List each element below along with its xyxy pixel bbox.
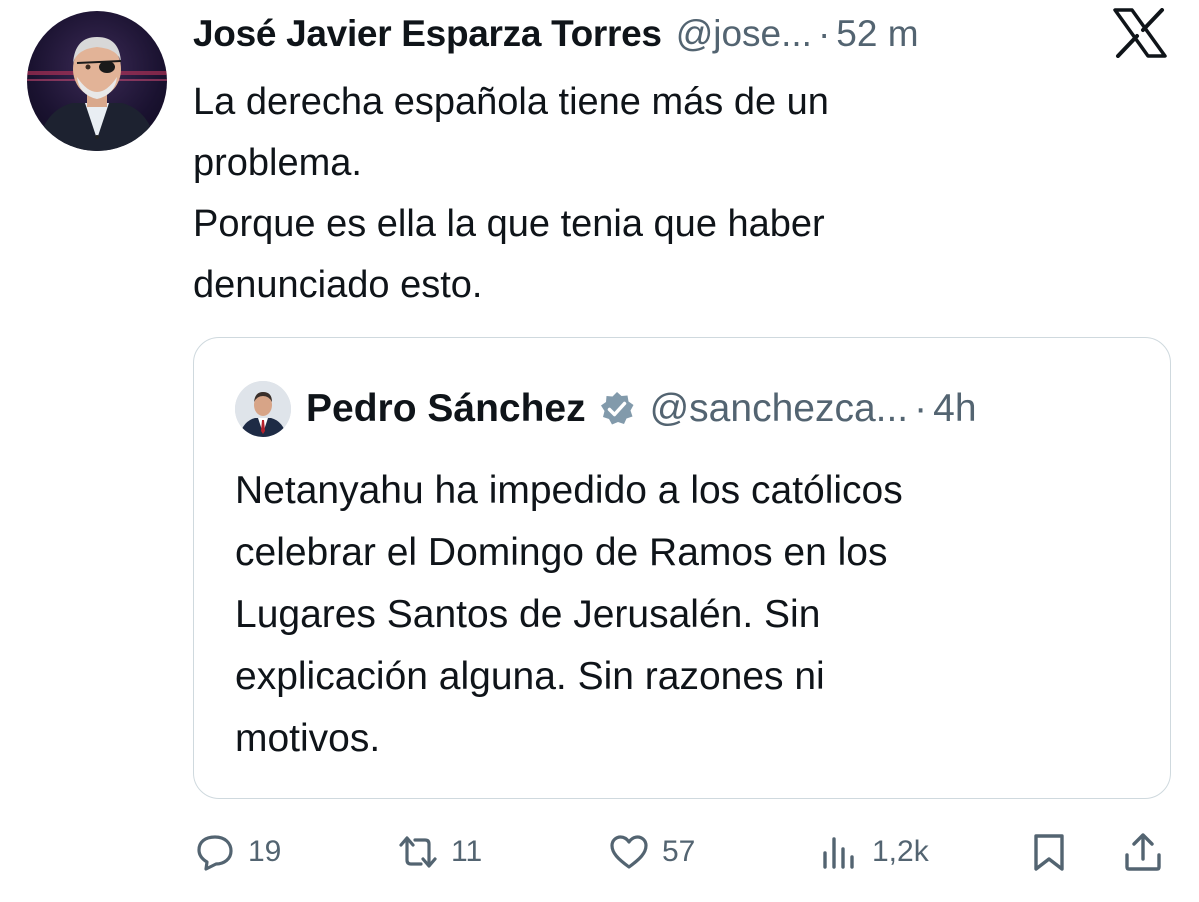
views-icon xyxy=(823,837,854,869)
repost-icon xyxy=(399,836,437,868)
bookmark-icon xyxy=(1034,834,1064,871)
heart-icon xyxy=(610,835,648,869)
separator-dot: · xyxy=(914,387,928,430)
tweet-text-line: denunciado esto. xyxy=(193,264,483,306)
quoted-text-line: motivos. xyxy=(235,717,381,760)
quoted-text-line: celebrar el Domingo de Ramos en los xyxy=(235,531,888,574)
bookmark-button[interactable] xyxy=(1028,828,1070,876)
views-button[interactable]: 1,2k xyxy=(818,828,929,876)
quoted-text-line: Netanyahu ha impedido a los católicos xyxy=(235,469,903,512)
author-name[interactable]: José Javier Esparza Torres xyxy=(193,13,662,55)
tweet-timestamp[interactable]: 52 m xyxy=(836,13,918,55)
quoted-author-handle[interactable]: @sanchezca... xyxy=(650,387,909,431)
quoted-tweet-card[interactable]: Pedro Sánchez @sanchezca... · 4h Netanya… xyxy=(193,337,1171,799)
share-button[interactable] xyxy=(1122,828,1164,876)
separator-dot: · xyxy=(817,13,831,54)
quoted-tweet-timestamp[interactable]: 4h xyxy=(933,387,976,431)
reply-icon xyxy=(197,835,233,871)
share-icon xyxy=(1125,833,1161,871)
like-button[interactable]: 57 xyxy=(608,828,695,876)
reply-count: 19 xyxy=(248,835,282,868)
tweet-header: José Javier Esparza Torres @jose... · 52… xyxy=(193,8,1093,60)
tweet-action-bar: 19 11 57 1,2k xyxy=(0,820,1199,884)
quoted-tweet-header: Pedro Sánchez @sanchezca... · 4h xyxy=(306,383,977,435)
author-handle[interactable]: @jose... xyxy=(676,13,812,55)
quoted-text-line: Lugares Santos de Jerusalén. Sin xyxy=(235,593,821,636)
author-avatar[interactable] xyxy=(27,11,167,151)
repost-count: 11 xyxy=(451,835,483,868)
verified-badge-icon xyxy=(600,392,634,425)
quoted-tweet-text: Netanyahu ha impedido a los católicos ce… xyxy=(235,460,1135,770)
x-logo-icon xyxy=(1113,8,1167,58)
repost-button[interactable]: 11 xyxy=(397,828,482,876)
views-count: 1,2k xyxy=(872,835,929,868)
tweet-text-line: Porque es ella la que tenia que haber xyxy=(193,203,825,245)
like-count: 57 xyxy=(662,835,696,868)
quoted-author-name[interactable]: Pedro Sánchez xyxy=(306,387,586,431)
tweet-text-line: La derecha española tiene más de un xyxy=(193,81,829,123)
quoted-text-line: explicación alguna. Sin razones ni xyxy=(235,655,825,698)
tweet-text-line: problema. xyxy=(193,142,362,184)
reply-button[interactable]: 19 xyxy=(194,828,281,876)
quoted-author-avatar[interactable] xyxy=(235,381,291,437)
tweet-text: La derecha española tiene más de un prob… xyxy=(193,72,1133,316)
